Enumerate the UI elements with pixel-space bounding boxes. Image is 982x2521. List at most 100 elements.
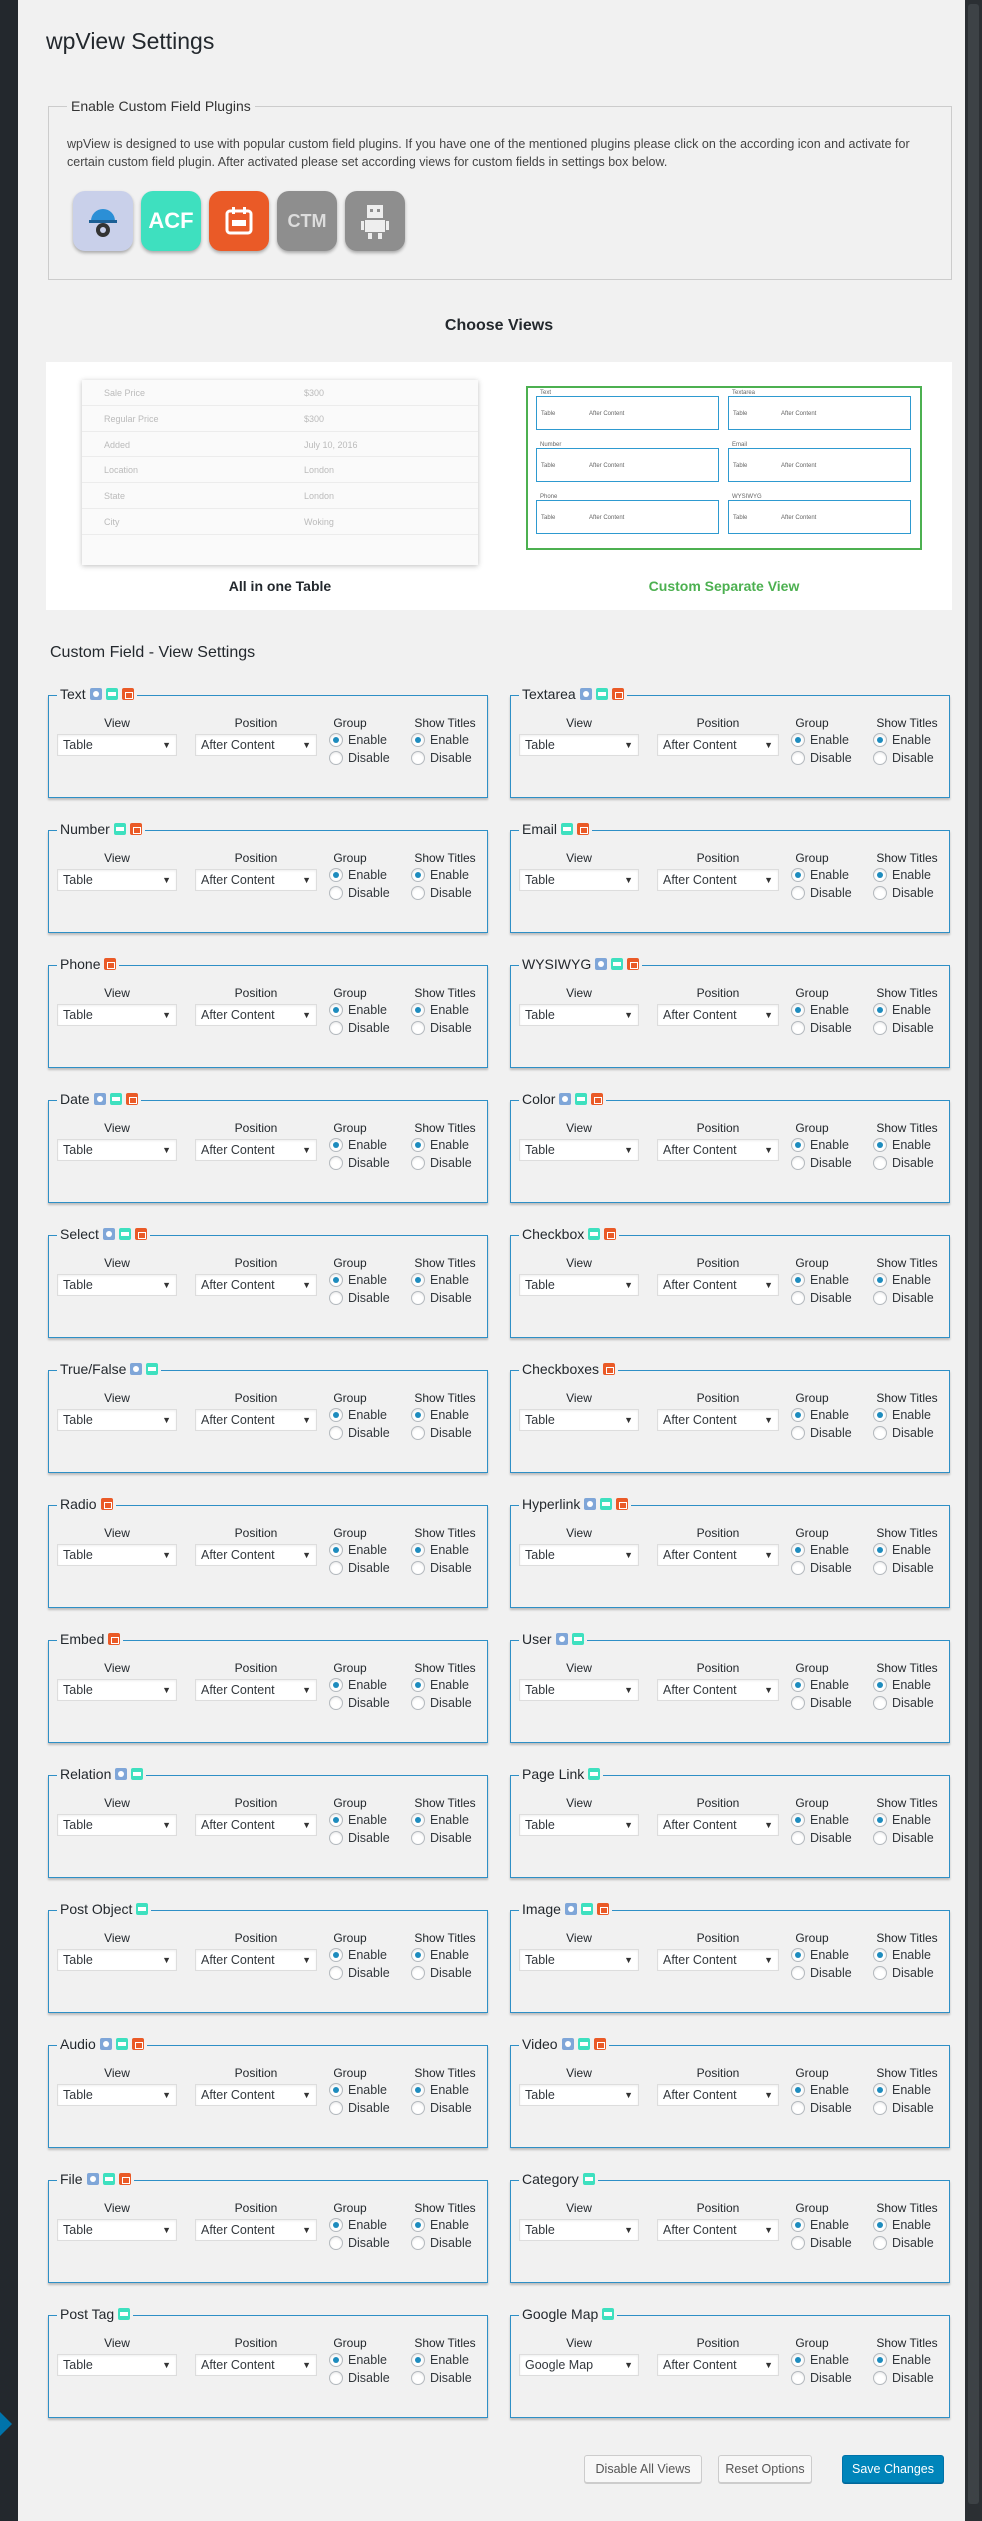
titles-disable-radio[interactable]: Disable <box>873 1966 934 1980</box>
group-enable-radio[interactable]: Enable <box>329 1678 387 1692</box>
group-disable-radio[interactable]: Disable <box>791 1696 852 1710</box>
position-select[interactable]: After Content ▼ <box>657 1409 779 1431</box>
group-disable-radio[interactable]: Disable <box>791 2371 852 2385</box>
titles-disable-radio[interactable]: Disable <box>873 1291 934 1305</box>
group-disable-radio[interactable]: Disable <box>791 886 852 900</box>
view-option-custom[interactable]: Text Table After Content Textarea Table After… <box>526 380 922 600</box>
titles-enable-radio[interactable]: Enable <box>411 1813 469 1827</box>
titles-disable-radio[interactable]: Disable <box>873 886 934 900</box>
titles-disable-radio[interactable]: Disable <box>411 2101 472 2115</box>
group-enable-radio[interactable]: Enable <box>791 1813 849 1827</box>
titles-disable-radio[interactable]: Disable <box>873 2101 934 2115</box>
group-enable-radio[interactable]: Enable <box>791 1948 849 1962</box>
view-select[interactable]: Table ▼ <box>519 2219 639 2241</box>
view-select[interactable]: Table ▼ <box>519 2084 639 2106</box>
position-select[interactable]: After Content ▼ <box>195 734 317 756</box>
group-disable-radio[interactable]: Disable <box>791 2236 852 2250</box>
view-select[interactable]: Table ▼ <box>519 1814 639 1836</box>
titles-disable-radio[interactable]: Disable <box>411 1021 472 1035</box>
view-select[interactable]: Table ▼ <box>519 1139 639 1161</box>
titles-disable-radio[interactable]: Disable <box>411 1966 472 1980</box>
titles-enable-radio[interactable]: Enable <box>411 2083 469 2097</box>
view-select[interactable]: Table ▼ <box>57 869 177 891</box>
position-select[interactable]: After Content ▼ <box>657 1544 779 1566</box>
position-select[interactable]: After Content ▼ <box>195 1139 317 1161</box>
titles-disable-radio[interactable]: Disable <box>411 1831 472 1845</box>
titles-disable-radio[interactable]: Disable <box>873 1156 934 1170</box>
position-select[interactable]: After Content ▼ <box>195 1409 317 1431</box>
view-option-table[interactable]: Sale Price $300 Regular Price $300 Added July… <box>82 380 478 600</box>
titles-disable-radio[interactable]: Disable <box>873 1696 934 1710</box>
group-enable-radio[interactable]: Enable <box>791 1273 849 1287</box>
titles-enable-radio[interactable]: Enable <box>873 2083 931 2097</box>
group-enable-radio[interactable]: Enable <box>329 2083 387 2097</box>
titles-enable-radio[interactable]: Enable <box>411 1003 469 1017</box>
titles-enable-radio[interactable]: Enable <box>411 1678 469 1692</box>
view-select[interactable]: Table ▼ <box>519 1409 639 1431</box>
position-select[interactable]: After Content ▼ <box>657 1004 779 1026</box>
titles-enable-radio[interactable]: Enable <box>411 1408 469 1422</box>
titles-disable-radio[interactable]: Disable <box>411 1291 472 1305</box>
titles-enable-radio[interactable]: Enable <box>873 733 931 747</box>
view-select[interactable]: Google Map ▼ <box>519 2354 639 2376</box>
group-enable-radio[interactable]: Enable <box>791 1678 849 1692</box>
scrollbar-thumb[interactable] <box>968 4 979 2504</box>
position-select[interactable]: After Content ▼ <box>195 2084 317 2106</box>
group-disable-radio[interactable]: Disable <box>329 751 390 765</box>
view-select[interactable]: Table ▼ <box>57 1139 177 1161</box>
titles-enable-radio[interactable]: Enable <box>411 1138 469 1152</box>
view-select[interactable]: Table ▼ <box>57 1814 177 1836</box>
position-select[interactable]: After Content ▼ <box>657 734 779 756</box>
group-enable-radio[interactable]: Enable <box>329 2353 387 2367</box>
group-enable-radio[interactable]: Enable <box>791 1003 849 1017</box>
titles-disable-radio[interactable]: Disable <box>411 1426 472 1440</box>
collapse-arrow-icon[interactable] <box>0 2412 12 2436</box>
titles-enable-radio[interactable]: Enable <box>873 1003 931 1017</box>
reset-options-button[interactable]: Reset Options <box>718 2455 812 2483</box>
position-select[interactable]: After Content ▼ <box>657 1949 779 1971</box>
titles-enable-radio[interactable]: Enable <box>411 733 469 747</box>
position-select[interactable]: After Content ▼ <box>195 869 317 891</box>
titles-enable-radio[interactable]: Enable <box>411 1948 469 1962</box>
group-enable-radio[interactable]: Enable <box>791 1408 849 1422</box>
titles-enable-radio[interactable]: Enable <box>411 1273 469 1287</box>
titles-enable-radio[interactable]: Enable <box>873 1408 931 1422</box>
titles-enable-radio[interactable]: Enable <box>873 1813 931 1827</box>
titles-enable-radio[interactable]: Enable <box>873 1948 931 1962</box>
group-disable-radio[interactable]: Disable <box>329 1696 390 1710</box>
titles-disable-radio[interactable]: Disable <box>411 2236 472 2250</box>
group-disable-radio[interactable]: Disable <box>329 1831 390 1845</box>
group-disable-radio[interactable]: Disable <box>329 1561 390 1575</box>
titles-enable-radio[interactable]: Enable <box>411 868 469 882</box>
position-select[interactable]: After Content ▼ <box>657 1274 779 1296</box>
group-disable-radio[interactable]: Disable <box>329 2371 390 2385</box>
view-select[interactable]: Table ▼ <box>57 2354 177 2376</box>
group-disable-radio[interactable]: Disable <box>329 886 390 900</box>
position-select[interactable]: After Content ▼ <box>195 1949 317 1971</box>
group-enable-radio[interactable]: Enable <box>791 2218 849 2232</box>
group-enable-radio[interactable]: Enable <box>329 1813 387 1827</box>
position-select[interactable]: After Content ▼ <box>657 2084 779 2106</box>
group-enable-radio[interactable]: Enable <box>329 868 387 882</box>
types-icon[interactable] <box>73 191 133 251</box>
view-select[interactable]: Table ▼ <box>519 869 639 891</box>
position-select[interactable]: After Content ▼ <box>657 2219 779 2241</box>
group-enable-radio[interactable]: Enable <box>791 1543 849 1557</box>
group-disable-radio[interactable]: Disable <box>329 2101 390 2115</box>
group-disable-radio[interactable]: Disable <box>791 1426 852 1440</box>
titles-enable-radio[interactable]: Enable <box>873 1138 931 1152</box>
robot-icon[interactable] <box>345 191 405 251</box>
position-select[interactable]: After Content ▼ <box>195 2219 317 2241</box>
titles-enable-radio[interactable]: Enable <box>873 868 931 882</box>
view-select[interactable]: Table ▼ <box>57 2084 177 2106</box>
position-select[interactable]: After Content ▼ <box>195 1274 317 1296</box>
group-enable-radio[interactable]: Enable <box>329 1948 387 1962</box>
position-select[interactable]: After Content ▼ <box>195 2354 317 2376</box>
pods-icon[interactable] <box>209 191 269 251</box>
titles-disable-radio[interactable]: Disable <box>873 1021 934 1035</box>
position-select[interactable]: After Content ▼ <box>195 1814 317 1836</box>
titles-enable-radio[interactable]: Enable <box>873 2218 931 2232</box>
view-select[interactable]: Table ▼ <box>57 2219 177 2241</box>
titles-enable-radio[interactable]: Enable <box>873 1678 931 1692</box>
view-select[interactable]: Table ▼ <box>57 1949 177 1971</box>
